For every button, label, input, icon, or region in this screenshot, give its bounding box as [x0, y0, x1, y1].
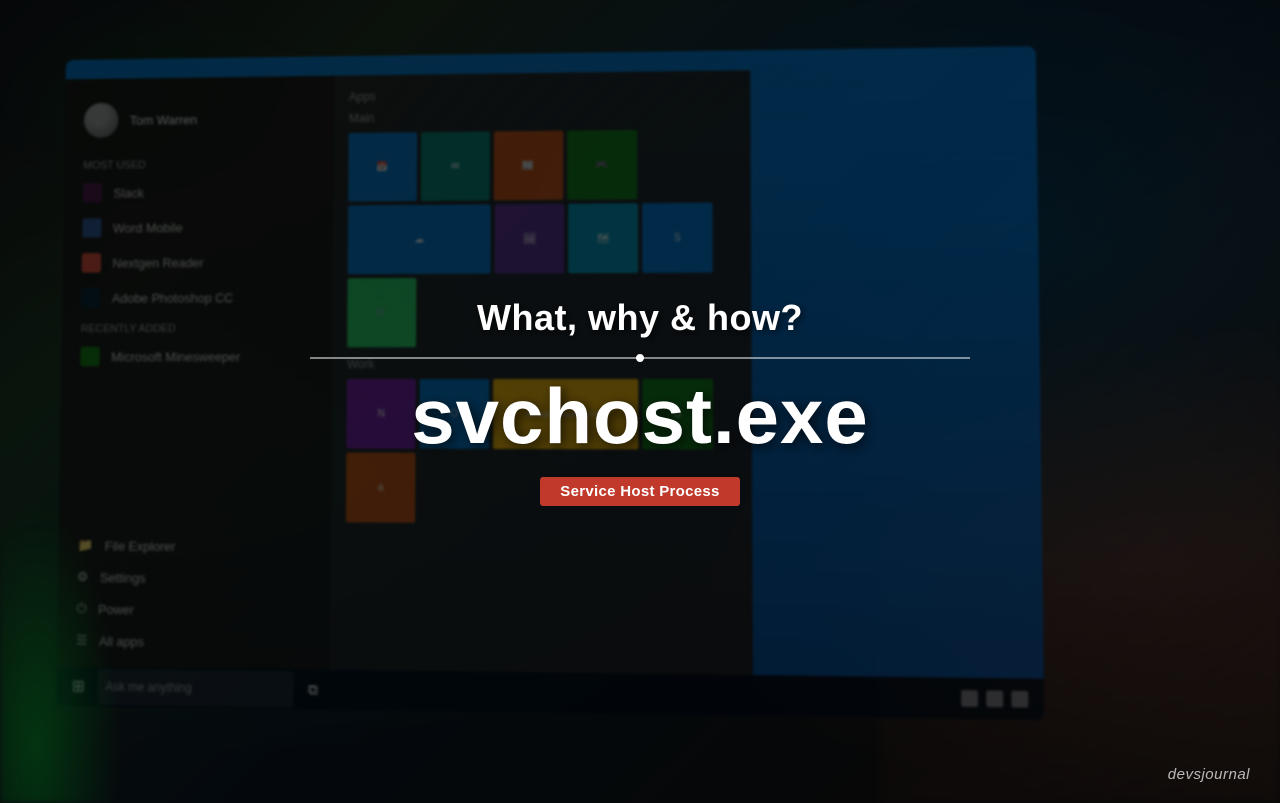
article-subtitle: What, why & how? [477, 297, 803, 339]
content-overlay: What, why & how? svchost.exe Service Hos… [0, 0, 1280, 803]
divider-line [310, 357, 970, 359]
service-host-badge: Service Host Process [540, 477, 739, 506]
divider-dot [636, 354, 644, 362]
brand-label: devsjournal [1168, 766, 1250, 783]
article-title: svchost.exe [411, 377, 869, 455]
